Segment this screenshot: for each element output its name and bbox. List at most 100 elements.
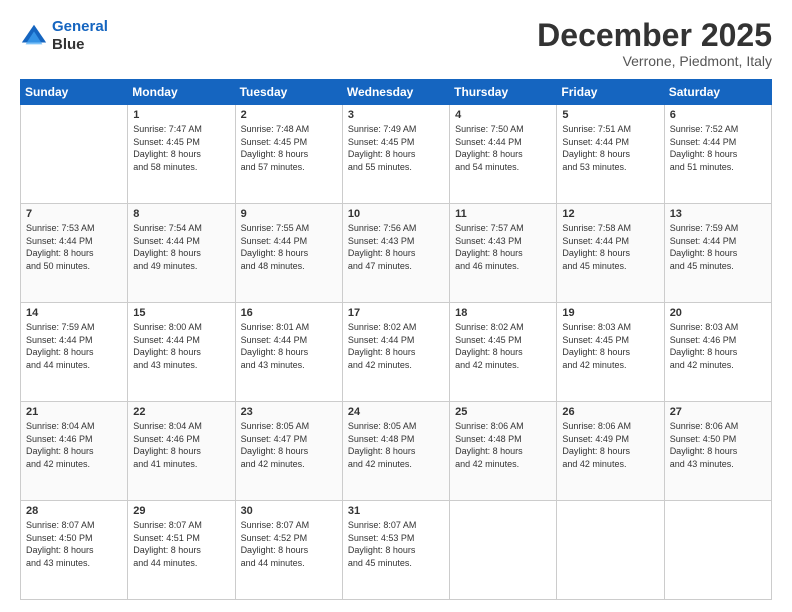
day-info: Sunrise: 8:03 AM Sunset: 4:45 PM Dayligh… [562,321,658,371]
day-header-thursday: Thursday [450,80,557,105]
day-number: 10 [348,208,444,220]
calendar-cell: 9 Sunrise: 7:55 AM Sunset: 4:44 PM Daylig… [235,204,342,303]
header: General Blue December 2025 Verrone, Pied… [20,18,772,69]
calendar-cell [21,105,128,204]
day-number: 27 [670,406,766,418]
calendar-cell: 21 Sunrise: 8:04 AM Sunset: 4:46 PM Dayli… [21,402,128,501]
day-number: 26 [562,406,658,418]
day-info: Sunrise: 8:05 AM Sunset: 4:47 PM Dayligh… [241,420,337,470]
day-info: Sunrise: 8:03 AM Sunset: 4:46 PM Dayligh… [670,321,766,371]
day-info: Sunrise: 8:02 AM Sunset: 4:45 PM Dayligh… [455,321,551,371]
calendar-cell [664,501,771,600]
calendar-cell: 7 Sunrise: 7:53 AM Sunset: 4:44 PM Daylig… [21,204,128,303]
day-info: Sunrise: 8:07 AM Sunset: 4:51 PM Dayligh… [133,519,229,569]
calendar-week-1: 1 Sunrise: 7:47 AM Sunset: 4:45 PM Daylig… [21,105,772,204]
day-number: 6 [670,109,766,121]
day-number: 29 [133,505,229,517]
day-number: 8 [133,208,229,220]
day-number: 9 [241,208,337,220]
day-info: Sunrise: 7:59 AM Sunset: 4:44 PM Dayligh… [670,222,766,272]
day-number: 25 [455,406,551,418]
day-number: 11 [455,208,551,220]
calendar-week-4: 21 Sunrise: 8:04 AM Sunset: 4:46 PM Dayli… [21,402,772,501]
day-number: 3 [348,109,444,121]
day-number: 15 [133,307,229,319]
day-info: Sunrise: 7:55 AM Sunset: 4:44 PM Dayligh… [241,222,337,272]
day-info: Sunrise: 8:06 AM Sunset: 4:49 PM Dayligh… [562,420,658,470]
calendar-cell: 15 Sunrise: 8:00 AM Sunset: 4:44 PM Dayli… [128,303,235,402]
calendar-cell: 19 Sunrise: 8:03 AM Sunset: 4:45 PM Dayli… [557,303,664,402]
day-number: 14 [26,307,122,319]
calendar-cell: 31 Sunrise: 8:07 AM Sunset: 4:53 PM Dayli… [342,501,449,600]
day-number: 31 [348,505,444,517]
day-number: 18 [455,307,551,319]
day-info: Sunrise: 7:49 AM Sunset: 4:45 PM Dayligh… [348,123,444,173]
day-number: 23 [241,406,337,418]
day-info: Sunrise: 7:56 AM Sunset: 4:43 PM Dayligh… [348,222,444,272]
calendar-cell: 13Sunrise: 7:59 AM Sunset: 4:44 PM Dayli… [664,204,771,303]
calendar-cell: 18 Sunrise: 8:02 AM Sunset: 4:45 PM Dayli… [450,303,557,402]
calendar-cell: 8Sunrise: 7:54 AM Sunset: 4:44 PM Daylig… [128,204,235,303]
calendar-week-5: 28 Sunrise: 8:07 AM Sunset: 4:50 PM Dayli… [21,501,772,600]
calendar-cell: 22Sunrise: 8:04 AM Sunset: 4:46 PM Dayli… [128,402,235,501]
day-number: 21 [26,406,122,418]
day-info: Sunrise: 7:47 AM Sunset: 4:45 PM Dayligh… [133,123,229,173]
day-info: Sunrise: 8:07 AM Sunset: 4:53 PM Dayligh… [348,519,444,569]
day-number: 1 [133,109,229,121]
day-info: Sunrise: 8:06 AM Sunset: 4:50 PM Dayligh… [670,420,766,470]
day-number: 17 [348,307,444,319]
day-number: 19 [562,307,658,319]
logo-icon [20,22,48,50]
calendar-week-3: 14 Sunrise: 7:59 AM Sunset: 4:44 PM Dayli… [21,303,772,402]
day-info: Sunrise: 8:02 AM Sunset: 4:44 PM Dayligh… [348,321,444,371]
calendar-cell: 29 Sunrise: 8:07 AM Sunset: 4:51 PM Dayli… [128,501,235,600]
day-info: Sunrise: 7:48 AM Sunset: 4:45 PM Dayligh… [241,123,337,173]
day-header-friday: Friday [557,80,664,105]
calendar-cell: 5 Sunrise: 7:51 AM Sunset: 4:44 PM Daylig… [557,105,664,204]
day-info: Sunrise: 8:05 AM Sunset: 4:48 PM Dayligh… [348,420,444,470]
calendar-cell [557,501,664,600]
day-info: Sunrise: 8:07 AM Sunset: 4:50 PM Dayligh… [26,519,122,569]
month-title: December 2025 [537,18,772,53]
calendar-cell: 4Sunrise: 7:50 AM Sunset: 4:44 PM Daylig… [450,105,557,204]
title-block: December 2025 Verrone, Piedmont, Italy [537,18,772,69]
calendar-cell: 23 Sunrise: 8:05 AM Sunset: 4:47 PM Dayli… [235,402,342,501]
calendar-cell: 25Sunrise: 8:06 AM Sunset: 4:48 PM Dayli… [450,402,557,501]
day-info: Sunrise: 8:04 AM Sunset: 4:46 PM Dayligh… [26,420,122,470]
logo: General Blue [20,18,108,54]
day-number: 24 [348,406,444,418]
day-info: Sunrise: 7:53 AM Sunset: 4:44 PM Dayligh… [26,222,122,272]
calendar-cell: 12 Sunrise: 7:58 AM Sunset: 4:44 PM Dayli… [557,204,664,303]
day-info: Sunrise: 7:58 AM Sunset: 4:44 PM Dayligh… [562,222,658,272]
day-info: Sunrise: 8:01 AM Sunset: 4:44 PM Dayligh… [241,321,337,371]
day-header-wednesday: Wednesday [342,80,449,105]
day-info: Sunrise: 7:57 AM Sunset: 4:43 PM Dayligh… [455,222,551,272]
calendar-week-2: 7 Sunrise: 7:53 AM Sunset: 4:44 PM Daylig… [21,204,772,303]
day-number: 7 [26,208,122,220]
calendar: SundayMondayTuesdayWednesdayThursdayFrid… [20,79,772,600]
calendar-cell: 27 Sunrise: 8:06 AM Sunset: 4:50 PM Dayli… [664,402,771,501]
day-number: 2 [241,109,337,121]
calendar-cell [450,501,557,600]
day-info: Sunrise: 7:59 AM Sunset: 4:44 PM Dayligh… [26,321,122,371]
day-info: Sunrise: 7:52 AM Sunset: 4:44 PM Dayligh… [670,123,766,173]
day-number: 16 [241,307,337,319]
day-number: 30 [241,505,337,517]
day-info: Sunrise: 8:00 AM Sunset: 4:44 PM Dayligh… [133,321,229,371]
calendar-cell: 20 Sunrise: 8:03 AM Sunset: 4:46 PM Dayli… [664,303,771,402]
day-header-sunday: Sunday [21,80,128,105]
day-number: 5 [562,109,658,121]
day-header-tuesday: Tuesday [235,80,342,105]
day-number: 12 [562,208,658,220]
day-info: Sunrise: 8:07 AM Sunset: 4:52 PM Dayligh… [241,519,337,569]
calendar-cell: 17 Sunrise: 8:02 AM Sunset: 4:44 PM Dayli… [342,303,449,402]
calendar-cell: 24 Sunrise: 8:05 AM Sunset: 4:48 PM Dayli… [342,402,449,501]
day-info: Sunrise: 7:51 AM Sunset: 4:44 PM Dayligh… [562,123,658,173]
location-subtitle: Verrone, Piedmont, Italy [537,53,772,69]
day-number: 4 [455,109,551,121]
day-number: 28 [26,505,122,517]
day-number: 20 [670,307,766,319]
day-number: 22 [133,406,229,418]
calendar-header-row: SundayMondayTuesdayWednesdayThursdayFrid… [21,80,772,105]
calendar-cell: 26 Sunrise: 8:06 AM Sunset: 4:49 PM Dayli… [557,402,664,501]
